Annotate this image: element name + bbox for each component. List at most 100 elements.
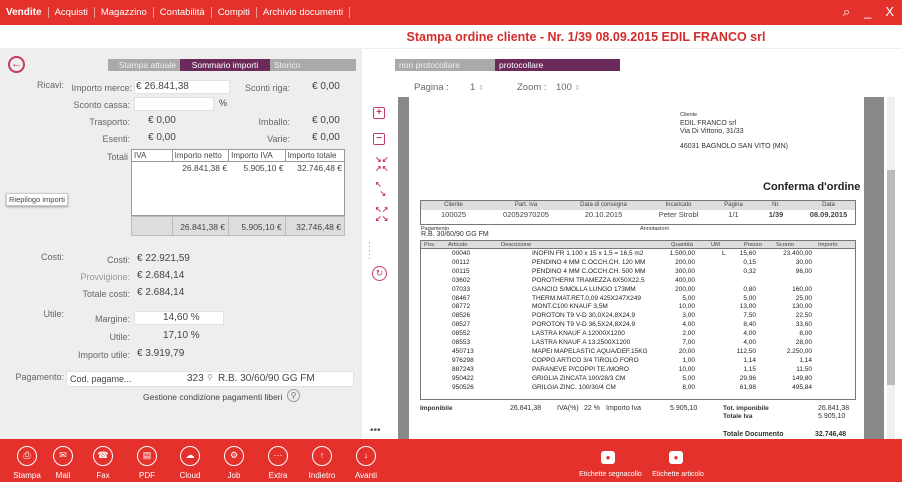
doc-row-cell: LASTRA KNAUF A 12000X1200 bbox=[532, 330, 625, 338]
menu-contabilita[interactable]: Contabilità bbox=[154, 7, 212, 18]
tab-protocollare[interactable]: protocollare bbox=[495, 59, 620, 71]
pdf-button-label[interactable]: PDF bbox=[127, 471, 167, 480]
camera-icon[interactable]: ● bbox=[601, 451, 615, 464]
doc-row-cell: MONT.C100 KNAUF 3,5M bbox=[532, 303, 608, 311]
plus-icon[interactable]: + bbox=[373, 107, 385, 119]
pagina-stepper[interactable]: 1 ⇕ bbox=[470, 82, 484, 93]
main-menu: Vendite Acquisti Magazzino Contabilità C… bbox=[0, 0, 351, 25]
menu-compiti[interactable]: Compiti bbox=[212, 7, 257, 18]
menu-vendite[interactable]: Vendite bbox=[0, 7, 49, 18]
doc-row-cell: 200,00 bbox=[675, 285, 695, 293]
print-icon[interactable]: ⎙ bbox=[17, 446, 37, 466]
pagamento-desc: R.B. 30/60/90 GG FM bbox=[218, 373, 315, 384]
tab-non-protocollare[interactable]: non protocollare bbox=[395, 59, 495, 71]
cell: 32.746,48 € bbox=[297, 163, 343, 173]
minimize-icon[interactable]: _ bbox=[864, 4, 871, 20]
imballo-value: € 0,00 bbox=[312, 115, 340, 126]
camera-icon[interactable]: ● bbox=[669, 451, 683, 464]
extra-button-label[interactable]: Extra bbox=[258, 471, 298, 480]
doc-cliente-label: Cliente bbox=[680, 112, 698, 118]
doc-row-cell: 495,84 bbox=[792, 383, 812, 391]
doc-title: Conferma d'ordine bbox=[763, 181, 861, 193]
provvigione-value: € 2.684,14 bbox=[137, 270, 185, 281]
doc-tot-imp-label: Tot. imponibile bbox=[723, 405, 769, 412]
resize-handle[interactable]: · · · · · bbox=[368, 238, 371, 263]
doc-hdr-value: 20.10.2015 bbox=[584, 210, 623, 219]
doc-col-header: Importo bbox=[818, 242, 838, 248]
importo-utile-label: Importo utile: bbox=[77, 350, 130, 360]
etichette-segnacollo-label[interactable]: Etichette segnacollo bbox=[578, 471, 643, 478]
doc-row-cell: 61,98 bbox=[739, 383, 756, 391]
print-button-label[interactable]: Stampa bbox=[7, 471, 47, 480]
doc-hdr-label: Data di consegna bbox=[580, 202, 627, 208]
riepilogo-importi-tooltip: Riepilogo importi bbox=[6, 193, 68, 206]
doc-cliente-city: 46031 BAGNOLO SAN VITO (MN) bbox=[680, 143, 789, 150]
pagina-value: 1 bbox=[470, 82, 476, 93]
iva-table: IVA Importo netto Importo IVA Importo to… bbox=[131, 149, 345, 216]
job-icon[interactable]: ⚙ bbox=[224, 446, 244, 466]
scrollbar-thumb[interactable] bbox=[887, 170, 895, 385]
fax-button-label[interactable]: Fax bbox=[83, 471, 123, 480]
minus-icon[interactable]: − bbox=[373, 133, 385, 145]
left-tabs: Stampa attuale Sommario importi Storico bbox=[108, 59, 356, 71]
expand-icon[interactable]: ↖↗ ↙↘ bbox=[375, 205, 388, 223]
gestione-pagamenti-link[interactable]: Gestione condizione pagamenti liberi bbox=[143, 392, 282, 402]
doc-col-header: Quantità bbox=[671, 242, 693, 248]
search-code-icon[interactable]: ⚲ bbox=[207, 373, 213, 382]
importo-netto-header: Importo netto bbox=[173, 150, 230, 161]
menu-archivio[interactable]: Archivio documenti bbox=[257, 7, 351, 18]
forward-icon[interactable]: ↓ bbox=[356, 446, 376, 466]
doc-row-cell: 13,00 bbox=[739, 303, 756, 311]
doc-iva-pct: 22 % bbox=[584, 405, 600, 412]
trasporto-value: € 0,00 bbox=[148, 115, 176, 126]
zoom-stepper[interactable]: 100 ⇕ bbox=[556, 82, 580, 93]
collapse-icon[interactable]: ↘↙ ↗↖ bbox=[375, 155, 388, 173]
job-button-label[interactable]: Job bbox=[214, 471, 254, 480]
back-arrow-icon[interactable]: ← bbox=[8, 56, 25, 73]
tab-sommario-importi[interactable]: Sommario importi bbox=[180, 59, 270, 71]
back-icon[interactable]: ↑ bbox=[312, 446, 332, 466]
back-button-label[interactable]: Indietro bbox=[302, 471, 342, 480]
refresh-icon[interactable]: ↻ bbox=[372, 266, 387, 281]
esenti-label: Esenti: bbox=[102, 134, 130, 144]
utile-value: 17,10 % bbox=[163, 330, 200, 341]
doc-row-cell: 0,32 bbox=[743, 267, 756, 275]
sconto-cassa-field[interactable] bbox=[134, 97, 214, 111]
page-title: Stampa ordine cliente - Nr. 1/39 08.09.2… bbox=[0, 25, 902, 49]
table-row[interactable]: 26.841,38 € 5.905,10 € 32.746,48 € bbox=[132, 162, 344, 175]
expand-diagonal-icon[interactable]: ↖ ↘ bbox=[375, 180, 386, 198]
doc-row-cell: 0,15 bbox=[743, 258, 756, 266]
cloud-icon[interactable]: ☁ bbox=[180, 446, 200, 466]
more-icon[interactable]: ••• bbox=[370, 425, 381, 436]
doc-totale-iva-value: 5.905,10 bbox=[818, 413, 846, 420]
cloud-button-label[interactable]: Cloud bbox=[170, 471, 210, 480]
doc-row-cell: 149,80 bbox=[792, 374, 812, 382]
doc-hdr-label: Cliente bbox=[444, 202, 463, 208]
doc-row-cell: 25,00 bbox=[795, 294, 812, 302]
mail-icon[interactable]: ✉ bbox=[53, 446, 73, 466]
pagamento-section-label: Pagamento: bbox=[15, 372, 64, 382]
doc-importo-iva-value: 5.905,10 bbox=[670, 405, 698, 412]
search-icon[interactable]: ⌕ bbox=[843, 4, 850, 20]
mail-button-label[interactable]: Mail bbox=[43, 471, 83, 480]
tab-storico[interactable]: Storico bbox=[270, 59, 356, 71]
pdf-icon[interactable]: ▤ bbox=[137, 446, 157, 466]
fax-icon[interactable]: ☎ bbox=[93, 446, 113, 466]
menu-magazzino[interactable]: Magazzino bbox=[95, 7, 154, 18]
varie-value: € 0,00 bbox=[312, 132, 340, 143]
etichette-articolo-label[interactable]: Etichette articolo bbox=[648, 471, 708, 478]
tab-stampa-attuale[interactable]: Stampa attuale bbox=[108, 59, 180, 71]
iva-header: IVA bbox=[132, 150, 173, 161]
pagina-label: Pagina : bbox=[414, 82, 449, 93]
stepper-icon[interactable]: ⇕ bbox=[575, 85, 581, 92]
stepper-icon[interactable]: ⇕ bbox=[478, 85, 484, 92]
forward-button-label[interactable]: Avanti bbox=[346, 471, 386, 480]
extra-icon[interactable]: ⋯ bbox=[268, 446, 288, 466]
utile-section-label: Utile: bbox=[43, 309, 64, 319]
close-icon[interactable]: X bbox=[885, 4, 894, 20]
costi-label: Costi: bbox=[106, 255, 130, 265]
doc-tot-imp-value: 26.841,38 bbox=[818, 405, 850, 412]
menu-acquisti[interactable]: Acquisti bbox=[49, 7, 95, 18]
doc-row-cell: 08526 bbox=[452, 312, 471, 320]
search-icon[interactable]: ⚲ bbox=[287, 389, 300, 402]
